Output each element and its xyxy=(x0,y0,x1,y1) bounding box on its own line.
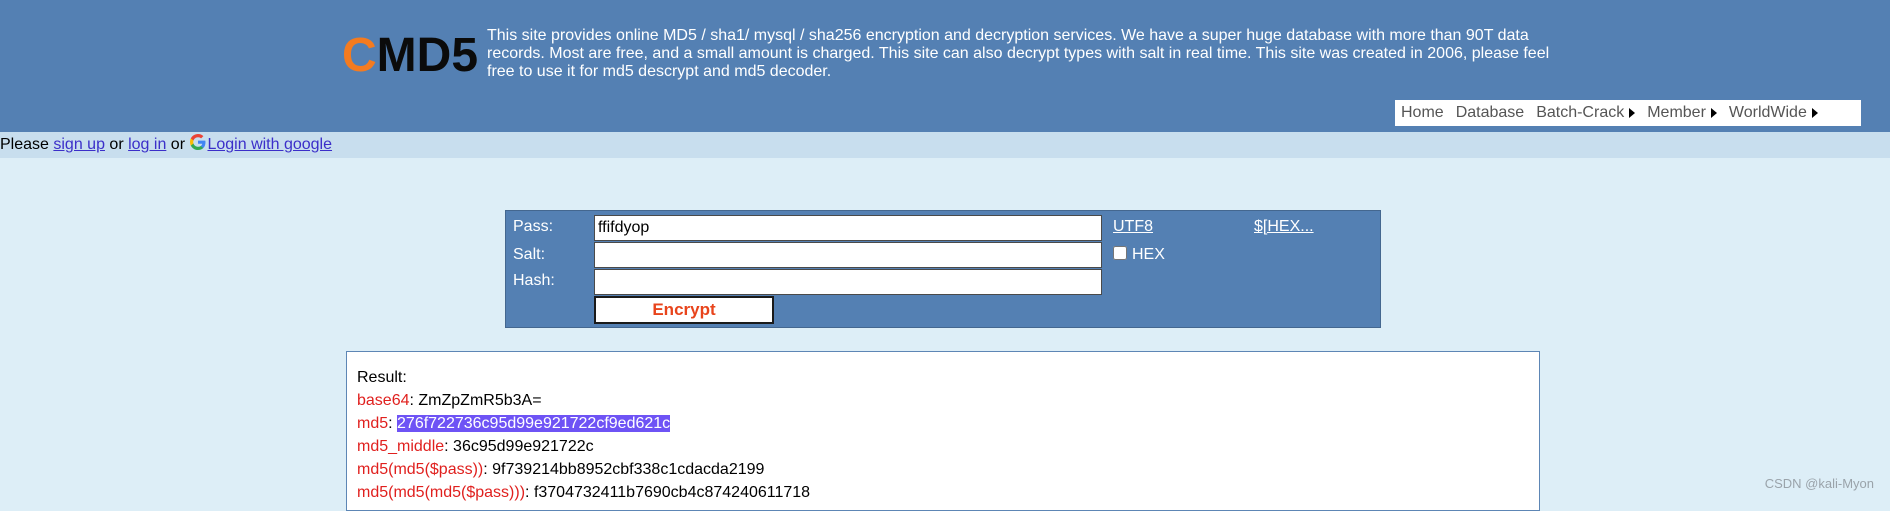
caret-right-icon xyxy=(1811,108,1818,118)
google-login-label: Login with google xyxy=(207,136,333,153)
nav-worldwide[interactable]: WorldWide xyxy=(1729,104,1818,122)
pass-label: Pass: xyxy=(513,218,554,235)
login-bar: Please sign up or log in or Login with g… xyxy=(0,132,1890,158)
result-value[interactable]: 276f722736c95d99e921722cf9ed621c xyxy=(397,415,671,432)
site-header: CMD5 This site provides online MD5 / sha… xyxy=(0,0,1890,132)
result-value[interactable]: 9f739214bb8952cbf338c1cdacda2199 xyxy=(492,461,764,478)
nav-home-label: Home xyxy=(1401,104,1444,121)
hex-link[interactable]: $[HEX... xyxy=(1254,218,1314,236)
hex-checkbox-label: HEX xyxy=(1132,246,1165,263)
result-title: Result: xyxy=(357,369,407,386)
result-row: md5(md5(md5($pass))): f3704732411b7690cb… xyxy=(357,484,811,501)
or-text: or xyxy=(166,136,190,153)
result-row: md5(md5($pass)): 9f739214bb8952cbf338c1c… xyxy=(357,461,765,478)
encrypt-button[interactable]: Encrypt xyxy=(594,296,774,324)
utf8-link[interactable]: UTF8 xyxy=(1113,218,1153,236)
nav-home[interactable]: Home xyxy=(1401,104,1444,122)
log-in-link[interactable]: log in xyxy=(128,136,166,153)
result-panel: Result: base64: ZmZpZmR5b3A= md5: 276f722… xyxy=(346,351,1540,511)
caret-right-icon xyxy=(1710,108,1717,118)
or-text: or xyxy=(104,136,129,153)
result-value[interactable]: ZmZpZmR5b3A= xyxy=(418,392,541,409)
result-row: md5: 276f722736c95d99e921722cf9ed621c xyxy=(357,415,671,432)
sign-up-link[interactable]: sign up xyxy=(53,136,105,153)
nav-worldwide-label: WorldWide xyxy=(1728,104,1807,121)
result-value[interactable]: 36c95d99e921722c xyxy=(453,438,594,455)
nav-database[interactable]: Database xyxy=(1456,104,1525,122)
nav-member-label: Member xyxy=(1647,104,1706,121)
result-key: md5(md5($pass)) xyxy=(357,461,484,478)
result-row: base64: ZmZpZmR5b3A= xyxy=(357,392,542,409)
top-navigation: Home Database Batch-Crack Member WorldWi… xyxy=(1395,100,1861,126)
google-icon xyxy=(190,134,206,150)
logo-letter-c: C xyxy=(342,29,377,82)
salt-label: Salt: xyxy=(513,246,546,263)
site-description: This site provides online MD5 / sha1/ my… xyxy=(487,27,1550,80)
hash-label: Hash: xyxy=(513,272,555,289)
caret-right-icon xyxy=(1629,108,1636,118)
cmd5-logo[interactable]: CMD5 xyxy=(342,31,478,81)
logo-letters-md5: MD5 xyxy=(376,29,479,82)
hash-input[interactable] xyxy=(594,269,1102,295)
nav-database-label: Database xyxy=(1455,104,1525,121)
watermark: CSDN @kali-Myon xyxy=(1764,476,1874,491)
result-key: base64 xyxy=(357,392,410,409)
result-row: md5_middle: 36c95d99e921722c xyxy=(357,438,594,455)
result-key: md5_middle xyxy=(357,438,445,455)
nav-member[interactable]: Member xyxy=(1647,104,1717,122)
nav-batch-crack-label: Batch-Crack xyxy=(1536,104,1625,121)
result-list: base64: ZmZpZmR5b3A= md5: 276f722736c95d9… xyxy=(357,389,1539,504)
result-value[interactable]: f3704732411b7690cb4c874240611718 xyxy=(534,484,810,501)
hex-checkbox[interactable] xyxy=(1113,246,1127,260)
salt-input[interactable] xyxy=(594,242,1102,268)
result-key: md5(md5(md5($pass))) xyxy=(357,484,526,501)
nav-batch-crack[interactable]: Batch-Crack xyxy=(1536,104,1636,122)
encrypt-form: Pass: UTF8 $[HEX... Salt: HEX Hash: Encr… xyxy=(505,210,1381,328)
pass-input[interactable] xyxy=(594,215,1102,241)
google-login-link[interactable]: Login with google xyxy=(189,134,333,153)
login-prefix: Please xyxy=(0,136,54,153)
result-key: md5 xyxy=(357,415,389,432)
